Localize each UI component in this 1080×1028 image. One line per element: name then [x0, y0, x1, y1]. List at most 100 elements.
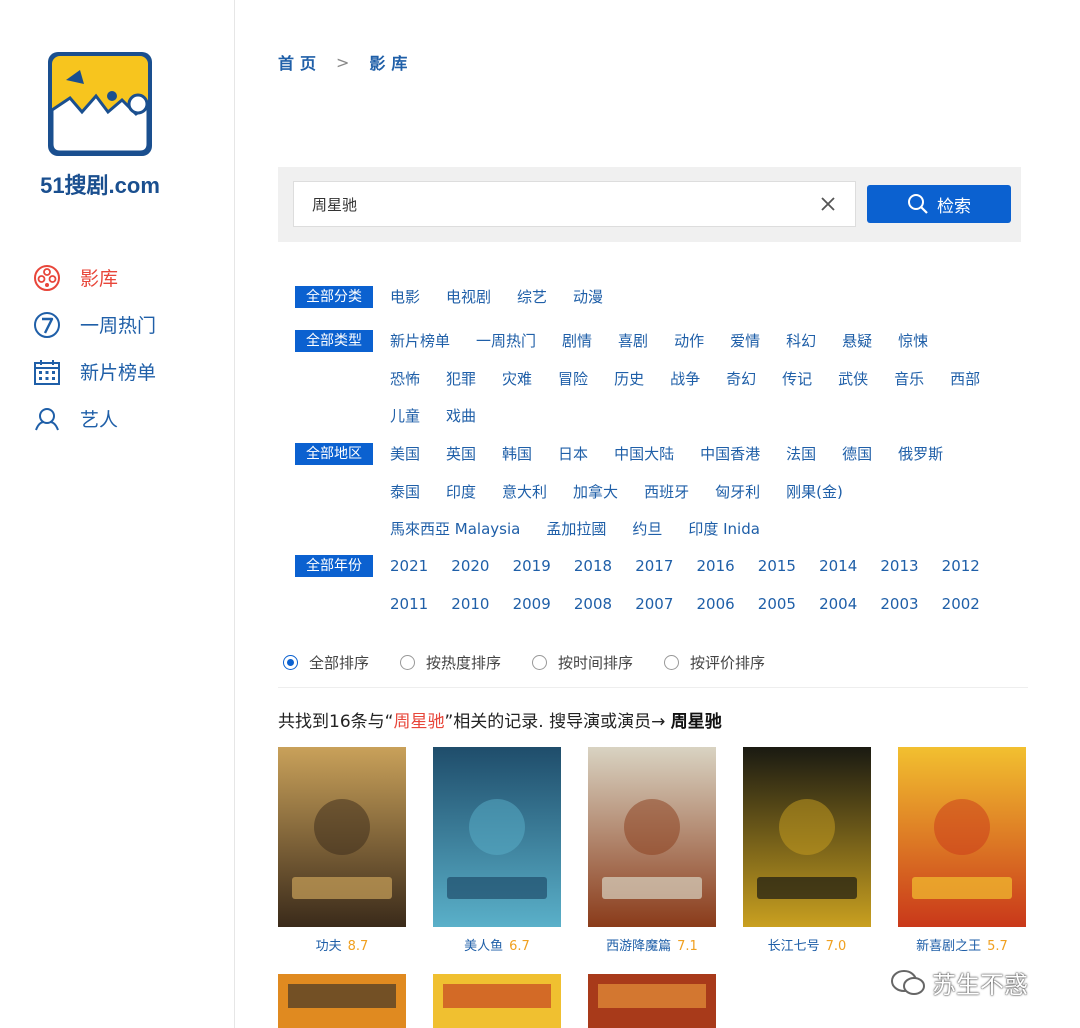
movie-card[interactable]: 西游降魔篇 7.1 [588, 747, 716, 954]
radio-checked-icon[interactable] [283, 655, 298, 670]
filter-option-genre[interactable]: 犯罪 [446, 368, 476, 390]
filter-option-region[interactable]: 约旦 [632, 518, 662, 540]
movie-title[interactable]: 长江七号 7.0 [743, 935, 871, 954]
filter-option-region[interactable]: 匈牙利 [715, 481, 760, 503]
sort-option[interactable]: 全部排序 [283, 652, 369, 673]
movie-poster-image[interactable] [743, 747, 871, 927]
filter-option-genre[interactable]: 恐怖 [390, 368, 420, 390]
filter-option-year[interactable]: 2014 [819, 555, 857, 577]
sidebar-item-artists[interactable]: 艺人 [32, 395, 156, 442]
filter-option-region[interactable]: 法国 [786, 443, 816, 465]
sort-option[interactable]: 按评价排序 [664, 652, 765, 673]
filter-option-year[interactable]: 2003 [880, 593, 918, 615]
movie-title[interactable]: 功夫 8.7 [278, 935, 406, 954]
filter-tag-genre[interactable]: 全部类型 [295, 330, 373, 352]
movie-card[interactable]: 长江七号 7.0 [743, 747, 871, 954]
movie-title[interactable]: 新喜剧之王 5.7 [898, 935, 1026, 954]
movie-poster-image[interactable] [433, 974, 561, 1028]
filter-option-year[interactable]: 2011 [390, 593, 428, 615]
movie-card[interactable]: 功夫 8.7 [278, 747, 406, 954]
search-input[interactable]: 周星驰 [293, 181, 856, 227]
filter-option-region[interactable]: 中国大陆 [614, 443, 674, 465]
filter-option-region[interactable]: 加拿大 [573, 481, 618, 503]
radio-unchecked-icon[interactable] [400, 655, 416, 670]
filter-option-genre[interactable]: 科幻 [786, 330, 816, 352]
sidebar-item-film-library[interactable]: 影库 [32, 254, 156, 301]
filter-option-year[interactable]: 2005 [758, 593, 796, 615]
filter-option-year[interactable]: 2010 [451, 593, 489, 615]
filter-option-year[interactable]: 2008 [574, 593, 612, 615]
filter-option-region[interactable]: 印度 Inida [688, 518, 760, 540]
filter-tag-year[interactable]: 全部年份 [295, 555, 373, 577]
filter-option-year[interactable]: 2019 [513, 555, 551, 577]
filter-option-region[interactable]: 中国香港 [700, 443, 760, 465]
filter-option-year[interactable]: 2002 [942, 593, 980, 615]
filter-option-category[interactable]: 电影 [390, 286, 420, 308]
movie-poster-image[interactable] [898, 747, 1026, 927]
filter-option-genre[interactable]: 战争 [670, 368, 700, 390]
movie-poster-image[interactable] [278, 974, 406, 1028]
search-button[interactable]: 检索 [867, 185, 1011, 223]
filter-option-category[interactable]: 动漫 [573, 286, 603, 308]
filter-option-region[interactable]: 英国 [446, 443, 476, 465]
filter-option-region[interactable]: 德国 [842, 443, 872, 465]
filter-option-year[interactable]: 2009 [513, 593, 551, 615]
filter-option-genre[interactable]: 剧情 [562, 330, 592, 352]
filter-option-year[interactable]: 2006 [696, 593, 734, 615]
filter-option-genre[interactable]: 爱情 [730, 330, 760, 352]
filter-option-region[interactable]: 意大利 [502, 481, 547, 503]
radio-unchecked-icon[interactable] [532, 655, 548, 670]
filter-option-region[interactable]: 日本 [558, 443, 588, 465]
filter-option-region[interactable]: 印度 [446, 481, 476, 503]
filter-option-region[interactable]: 孟加拉國 [546, 518, 606, 540]
movie-card[interactable]: 新喜剧之王 5.7 [898, 747, 1026, 954]
filter-option-region[interactable]: 韩国 [502, 443, 532, 465]
sidebar-item-new-releases[interactable]: 新片榜单 [32, 348, 156, 395]
sort-option[interactable]: 按时间排序 [532, 652, 633, 673]
filter-option-genre[interactable]: 喜剧 [618, 330, 648, 352]
filter-option-genre[interactable]: 悬疑 [842, 330, 872, 352]
filter-tag-region[interactable]: 全部地区 [295, 443, 373, 465]
filter-option-genre[interactable]: 传记 [782, 368, 812, 390]
filter-option-region[interactable]: 美国 [390, 443, 420, 465]
movie-poster-image[interactable] [588, 974, 716, 1028]
movie-poster-image[interactable] [278, 747, 406, 927]
movie-card[interactable]: 美人鱼 6.7 [433, 747, 561, 954]
movie-title[interactable]: 西游降魔篇 7.1 [588, 935, 716, 954]
movie-poster-image[interactable] [588, 747, 716, 927]
site-logo[interactable]: 51搜剧.com [30, 50, 170, 200]
filter-option-category[interactable]: 电视剧 [446, 286, 491, 308]
filter-option-genre[interactable]: 西部 [950, 368, 980, 390]
breadcrumb-home-link[interactable]: 首页 [278, 50, 322, 74]
filter-option-region[interactable]: 俄罗斯 [898, 443, 943, 465]
radio-unchecked-icon[interactable] [664, 655, 680, 670]
filter-option-genre[interactable]: 一周热门 [476, 330, 536, 352]
filter-option-genre[interactable]: 音乐 [894, 368, 924, 390]
filter-option-year[interactable]: 2018 [574, 555, 612, 577]
filter-tag-category[interactable]: 全部分类 [295, 286, 373, 308]
filter-option-genre[interactable]: 武侠 [838, 368, 868, 390]
filter-option-year[interactable]: 2021 [390, 555, 428, 577]
sidebar-item-weekly-hot[interactable]: 一周热门 [32, 301, 156, 348]
filter-option-genre[interactable]: 灾难 [502, 368, 532, 390]
sort-option[interactable]: 按热度排序 [400, 652, 501, 673]
filter-option-year[interactable]: 2015 [758, 555, 796, 577]
filter-option-genre[interactable]: 冒险 [558, 368, 588, 390]
filter-option-genre[interactable]: 惊悚 [898, 330, 928, 352]
filter-option-region[interactable]: 刚果(金) [786, 481, 843, 503]
filter-option-region[interactable]: 西班牙 [644, 481, 689, 503]
filter-option-year[interactable]: 2007 [635, 593, 673, 615]
movie-poster-image[interactable] [433, 747, 561, 927]
filter-option-genre[interactable]: 历史 [614, 368, 644, 390]
filter-option-genre[interactable]: 儿童 [390, 405, 420, 427]
filter-option-genre[interactable]: 戏曲 [446, 405, 476, 427]
filter-option-genre[interactable]: 奇幻 [726, 368, 756, 390]
filter-option-year[interactable]: 2017 [635, 555, 673, 577]
filter-option-genre[interactable]: 新片榜单 [390, 330, 450, 352]
filter-option-category[interactable]: 综艺 [517, 286, 547, 308]
filter-option-year[interactable]: 2016 [696, 555, 734, 577]
filter-option-region[interactable]: 泰国 [390, 481, 420, 503]
filter-option-genre[interactable]: 动作 [674, 330, 704, 352]
filter-option-region[interactable]: 馬來西亞 Malaysia [390, 518, 520, 540]
filter-option-year[interactable]: 2004 [819, 593, 857, 615]
